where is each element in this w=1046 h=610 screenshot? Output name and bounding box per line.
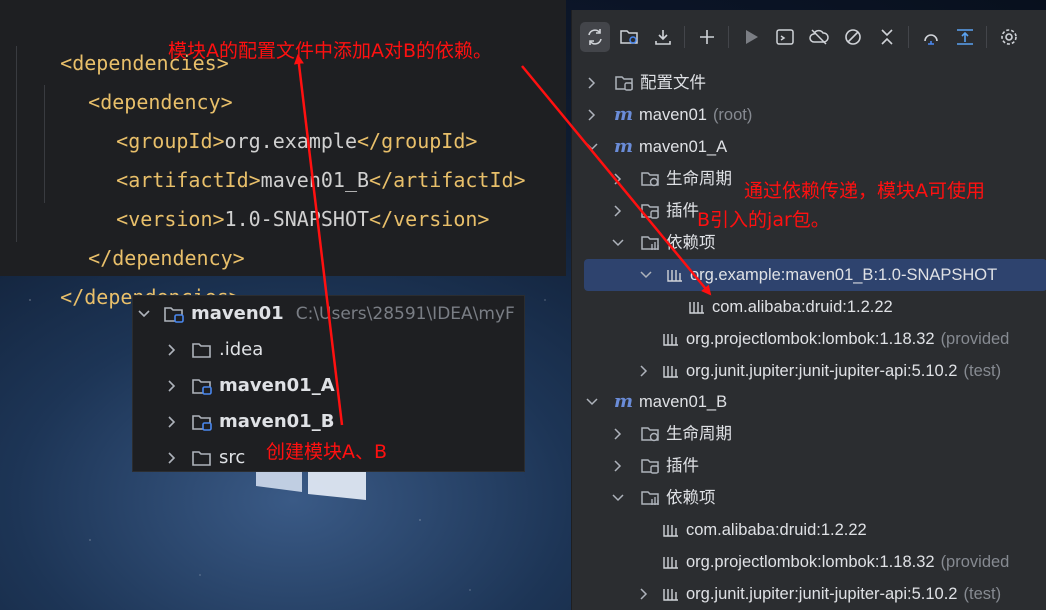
annotation-transitive-line2: B引入的jar包。 (697, 209, 830, 231)
lifecycle-folder-icon (641, 427, 659, 442)
execute-goal-icon[interactable] (772, 24, 798, 50)
maven-row-a-dep-druid[interactable]: com.alibaba:druid:1.2.22 (688, 291, 893, 323)
chevron-right-icon[interactable] (586, 109, 598, 121)
chevron-right-icon[interactable] (165, 451, 179, 465)
maven-row-a-dep-lombok[interactable]: org.projectlombok:lombok:1.18.32 (provid… (662, 323, 1009, 355)
project-tree-root[interactable]: maven01 C:\Users\28591\IDEA\myF (137, 296, 515, 332)
maven-row-a-dep-maven01-b[interactable]: org.example:maven01_B:1.0-SNAPSHOT (584, 259, 1046, 291)
maven-row-a-lifecycle[interactable]: 生命周期 (612, 163, 732, 195)
project-tree-item-idea[interactable]: .idea (165, 332, 263, 368)
folder-icon (192, 343, 211, 358)
code-line-dependency-close[interactable]: </dependency> (40, 200, 245, 270)
code-line-dependencies-close[interactable]: </dependencies> (12, 239, 241, 309)
settings-icon[interactable] (996, 24, 1022, 50)
project-tree-item-maven01-b[interactable]: maven01_B (165, 404, 334, 440)
chevron-down-icon[interactable] (586, 141, 598, 153)
project-tree-item-maven01-a[interactable]: maven01_A (165, 368, 335, 404)
module-folder-icon (192, 379, 212, 395)
run-icon[interactable] (738, 24, 764, 50)
maven-row-b-lifecycle[interactable]: 生命周期 (612, 418, 732, 450)
maven-row-a-dep-junit[interactable]: org.junit.jupiter:junit-jupiter-api:5.10… (638, 355, 1001, 387)
module-folder-icon (164, 307, 184, 323)
chevron-right-icon[interactable] (165, 415, 179, 429)
library-icon (663, 525, 678, 537)
toolbar-separator (986, 26, 987, 48)
show-dependencies-icon[interactable] (918, 24, 944, 50)
chevron-down-icon[interactable] (586, 396, 598, 408)
maven-toolbar (572, 10, 1046, 66)
download-icon[interactable] (650, 24, 676, 50)
toolbar-separator (728, 26, 729, 48)
chevron-right-icon[interactable] (586, 77, 598, 89)
chevron-down-icon[interactable] (612, 237, 624, 249)
profiles-folder-icon (615, 76, 633, 91)
reimport-folder-icon[interactable] (616, 24, 642, 50)
library-icon (663, 366, 678, 378)
code-line-version[interactable]: <version>1.0-SNAPSHOT</version> (68, 161, 489, 231)
library-icon (663, 557, 678, 569)
toolbar-separator (684, 26, 685, 48)
lifecycle-folder-icon (641, 172, 659, 187)
toolbar-separator (908, 26, 909, 48)
skip-tests-icon[interactable] (840, 24, 866, 50)
chevron-right-icon[interactable] (165, 343, 179, 357)
maven-row-a-plugins[interactable]: 插件 (612, 195, 699, 227)
chevron-right-icon[interactable] (612, 205, 624, 217)
maven-row-b-dep-druid[interactable]: com.alibaba:druid:1.2.22 (662, 514, 867, 546)
chevron-right-icon[interactable] (612, 428, 624, 440)
maven-row-maven01[interactable]: m maven01 (root) (586, 99, 752, 131)
chevron-down-icon[interactable] (137, 307, 151, 321)
folder-icon (192, 451, 211, 466)
chevron-down-icon[interactable] (612, 492, 624, 504)
library-icon (667, 270, 682, 282)
chevron-right-icon[interactable] (165, 379, 179, 393)
chevron-down-icon[interactable] (640, 269, 652, 281)
maven-tool-window: 配置文件 m maven01 (root) m maven01_A 生命周期 插… (571, 10, 1046, 610)
library-icon (663, 589, 678, 601)
maven-row-b-dep-junit[interactable]: org.junit.jupiter:junit-jupiter-api:5.10… (638, 578, 1001, 610)
project-tree-item-src[interactable]: src (165, 440, 245, 471)
code-line-artifactid[interactable]: <artifactId>maven01_B</artifactId> (68, 122, 525, 192)
maven-module-icon: m (614, 391, 634, 412)
library-icon (689, 302, 704, 314)
plugins-folder-icon (641, 459, 659, 474)
add-icon[interactable] (694, 24, 720, 50)
offline-icon[interactable] (806, 24, 832, 50)
dependencies-folder-icon (641, 236, 659, 250)
maven-row-b-dep-lombok[interactable]: org.projectlombok:lombok:1.18.32 (provid… (662, 546, 1009, 578)
maven-row-maven01-b[interactable]: m maven01_B (586, 386, 727, 418)
maven-module-icon: m (614, 104, 634, 125)
collapse-icon[interactable] (874, 24, 900, 50)
dependencies-folder-icon (641, 491, 659, 505)
chevron-right-icon[interactable] (612, 173, 624, 185)
annotation-transitive-line1: 通过依赖传递，模块A可使用 (744, 180, 985, 202)
maven-module-icon: m (614, 136, 634, 157)
chevron-right-icon[interactable] (638, 588, 650, 600)
maven-row-profiles[interactable]: 配置文件 (586, 67, 706, 99)
maven-row-b-dependencies[interactable]: 依赖项 (612, 482, 716, 514)
module-folder-icon (192, 415, 212, 431)
maven-row-maven01-a[interactable]: m maven01_A (586, 131, 727, 163)
windows-logo (256, 470, 366, 500)
code-line-groupid[interactable]: <groupId>org.example</groupId> (68, 83, 477, 153)
plugins-folder-icon (641, 204, 659, 219)
chevron-right-icon[interactable] (612, 460, 624, 472)
reload-icon[interactable] (580, 22, 610, 52)
annotation-create-modules: 创建模块A、B (266, 441, 388, 463)
chevron-right-icon[interactable] (638, 365, 650, 377)
annotation-add-dependency: 模块A的配置文件中添加A对B的依赖。 (168, 40, 493, 62)
library-icon (663, 334, 678, 346)
maven-row-b-plugins[interactable]: 插件 (612, 450, 699, 482)
align-icon[interactable] (952, 24, 978, 50)
